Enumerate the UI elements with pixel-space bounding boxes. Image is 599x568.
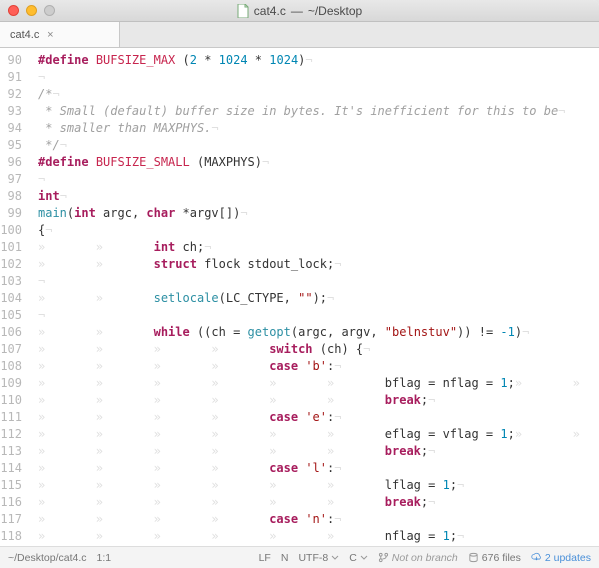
status-line-ending[interactable]: LF [259,552,271,564]
line-number: 106 [0,324,26,341]
code-line[interactable]: » » » » » » break;¬ [38,494,599,511]
window-zoom-button[interactable] [44,5,55,16]
chevron-down-icon [360,554,368,562]
traffic-lights [0,5,55,16]
line-number: 98 [0,188,26,205]
status-indent[interactable]: N [281,552,289,564]
database-icon [468,552,479,563]
code-line[interactable]: » » » » » » break;¬ [38,392,599,409]
window-title: cat4.c — ~/Desktop [0,4,599,18]
line-number: 116 [0,494,26,511]
code-line[interactable]: » » » » case 'n':¬ [38,511,599,528]
code-line[interactable]: » » » » » » eflag = vflag = 1;» » /* [38,426,599,443]
line-number: 112 [0,426,26,443]
line-number: 95 [0,137,26,154]
line-number: 99 [0,205,26,222]
window-minimize-button[interactable] [26,5,37,16]
tab-close-icon[interactable]: × [45,30,55,40]
line-number: 100 [0,222,26,239]
code-line[interactable]: » » setlocale(LC_CTYPE, "");¬ [38,290,599,307]
title-path: ~/Desktop [308,4,362,18]
code-line[interactable]: » » struct flock stdout_lock;¬ [38,256,599,273]
titlebar: cat4.c — ~/Desktop [0,0,599,22]
tab-label: cat4.c [10,29,39,41]
code-line[interactable]: » » » » » » lflag = 1;¬ [38,477,599,494]
code-line[interactable]: #define BUFSIZE_SMALL (MAXPHYS)¬ [38,154,599,171]
editor-window: cat4.c — ~/Desktop cat4.c × 909192939495… [0,0,599,568]
line-number: 97 [0,171,26,188]
code-line[interactable]: ¬ [38,273,599,290]
status-files[interactable]: 676 files [468,552,521,564]
code-line[interactable]: * Small (default) buffer size in bytes. … [38,103,599,120]
code-line[interactable]: #define BUFSIZE_MAX (2 * 1024 * 1024)¬ [38,52,599,69]
status-branch[interactable]: Not on branch [378,552,458,564]
line-number: 108 [0,358,26,375]
file-icon [237,4,249,18]
line-number: 102 [0,256,26,273]
code-line[interactable]: » » while ((ch = getopt(argc, argv, "bel… [38,324,599,341]
code-line[interactable]: ¬ [38,307,599,324]
window-close-button[interactable] [8,5,19,16]
title-filename: cat4.c [254,4,286,18]
line-number: 109 [0,375,26,392]
code-line[interactable]: /*¬ [38,86,599,103]
line-number: 113 [0,443,26,460]
code-editor[interactable]: 9091929394959697989910010110210310410510… [0,48,599,546]
code-line[interactable]: » » » » » » break;¬ [38,443,599,460]
line-number: 94 [0,120,26,137]
line-number: 111 [0,409,26,426]
status-cursor[interactable]: 1:1 [97,552,112,564]
status-bar: ~/Desktop/cat4.c 1:1 LF N UTF-8 C Not on… [0,546,599,568]
line-number: 110 [0,392,26,409]
code-line[interactable]: » » int ch;¬ [38,239,599,256]
git-branch-icon [378,552,389,563]
code-line[interactable]: {¬ [38,222,599,239]
code-line[interactable]: » » » » » » nflag = 1;¬ [38,528,599,545]
code-line[interactable]: » » » » switch (ch) {¬ [38,341,599,358]
status-grammar[interactable]: C [349,552,357,564]
status-updates[interactable]: 2 updates [531,552,591,564]
status-path[interactable]: ~/Desktop/cat4.c [8,552,87,564]
line-number: 96 [0,154,26,171]
tab-file[interactable]: cat4.c × [0,22,120,47]
line-number: 105 [0,307,26,324]
line-number: 91 [0,69,26,86]
line-number: 93 [0,103,26,120]
line-number: 103 [0,273,26,290]
chevron-down-icon [331,554,339,562]
code-line[interactable]: ¬ [38,69,599,86]
line-number: 101 [0,239,26,256]
code-area[interactable]: #define BUFSIZE_MAX (2 * 1024 * 1024)¬¬/… [32,48,599,546]
status-files-text: 676 files [482,552,521,564]
line-number: 104 [0,290,26,307]
line-number-gutter: 9091929394959697989910010110210310410510… [0,48,32,546]
title-sep: — [291,4,303,18]
tab-bar: cat4.c × [0,22,599,48]
code-line[interactable]: */¬ [38,137,599,154]
code-line[interactable]: main(int argc, char *argv[])¬ [38,205,599,222]
code-line[interactable]: ¬ [38,171,599,188]
line-number: 90 [0,52,26,69]
code-line[interactable]: » » » » » » bflag = nflag = 1;» » /* [38,375,599,392]
status-encoding[interactable]: UTF-8 [298,552,328,564]
line-number: 118 [0,528,26,545]
status-branch-text: Not on branch [392,552,458,564]
status-updates-text: 2 updates [545,552,591,564]
code-line[interactable]: » » » » case 'b':¬ [38,358,599,375]
line-number: 92 [0,86,26,103]
line-number: 117 [0,511,26,528]
code-line[interactable]: » » » » case 'l':¬ [38,460,599,477]
line-number: 114 [0,460,26,477]
code-line[interactable]: int¬ [38,188,599,205]
line-number: 107 [0,341,26,358]
line-number: 115 [0,477,26,494]
cloud-download-icon [531,552,542,563]
code-line[interactable]: * smaller than MAXPHYS.¬ [38,120,599,137]
code-line[interactable]: » » » » case 'e':¬ [38,409,599,426]
